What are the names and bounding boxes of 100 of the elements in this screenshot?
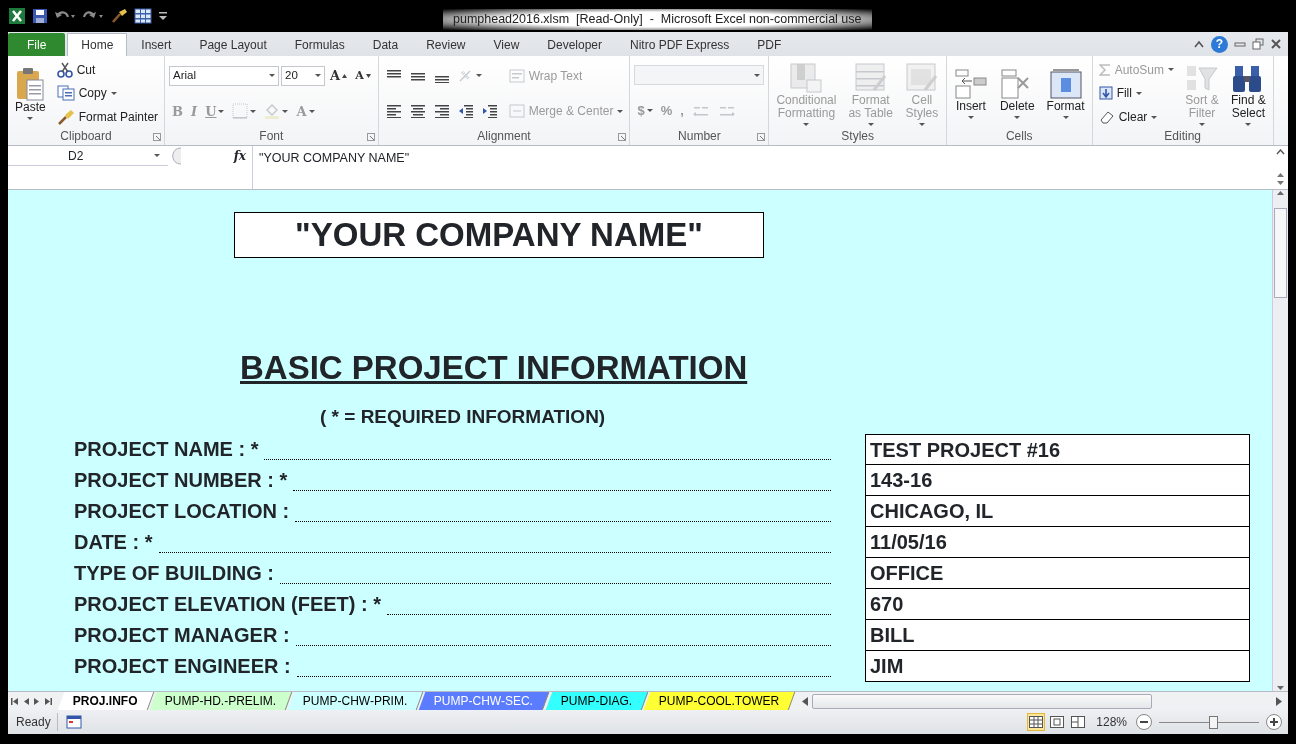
previous-sheet-icon[interactable] bbox=[22, 696, 30, 706]
group-label: Clipboard bbox=[59, 129, 113, 145]
formula-field[interactable]: "YOUR COMPANY NAME" bbox=[253, 146, 1272, 189]
field-label: PROJECT LOCATION : bbox=[73, 498, 290, 524]
scroll-left-icon[interactable] bbox=[802, 696, 809, 706]
zoom-level: 128% bbox=[1095, 714, 1128, 731]
field-label: PROJECT ELEVATION (FEET) : * bbox=[73, 591, 382, 617]
ribbon-button[interactable]: Insert bbox=[950, 66, 991, 121]
normal-view-icon bbox=[1029, 716, 1044, 728]
field-label: PROJECT MANAGER : bbox=[73, 622, 290, 648]
sheet-tab[interactable]: PUMP-COOL.TOWER bbox=[643, 692, 796, 710]
collapse-ribbon-icon[interactable] bbox=[1193, 39, 1205, 49]
ribbon-button[interactable]: Format bbox=[1043, 66, 1088, 121]
page-break-view-icon bbox=[1071, 716, 1086, 728]
field-label: TYPE OF BUILDING : bbox=[73, 560, 274, 586]
conditional-formatting-icon bbox=[789, 61, 824, 94]
ribbon-button[interactable]: A bbox=[352, 66, 374, 85]
plus-icon bbox=[1270, 718, 1278, 726]
dropdown-field[interactable]: 20 bbox=[281, 65, 326, 86]
ribbon-tab[interactable]: Developer bbox=[533, 33, 616, 56]
ribbon-tab[interactable]: Formulas bbox=[280, 33, 359, 56]
company-name-cell: "YOUR COMPANY NAME" bbox=[234, 212, 764, 258]
restore-icon[interactable] bbox=[1252, 38, 1264, 50]
last-sheet-icon[interactable] bbox=[44, 696, 52, 706]
insert-function-button[interactable]: fx bbox=[233, 147, 246, 165]
group-label: Editing bbox=[1163, 129, 1202, 145]
field-value: JIM bbox=[865, 650, 1250, 682]
table-style-icon bbox=[853, 61, 888, 94]
ribbon-button[interactable]: Copy bbox=[54, 83, 119, 104]
scroll-right-icon[interactable] bbox=[1276, 696, 1282, 706]
field-value: OFFICE bbox=[865, 557, 1250, 589]
required-note: ( * = REQUIRED INFORMATION) bbox=[320, 405, 606, 429]
status-text: Ready bbox=[16, 714, 52, 731]
sigma-icon bbox=[1098, 63, 1111, 76]
sheet-tab[interactable]: PUMP-HD.-PRELIM. bbox=[149, 692, 293, 710]
group-label: Cells bbox=[1004, 129, 1034, 145]
group-label: Number bbox=[677, 129, 722, 145]
ribbon-button[interactable]: Format Painter bbox=[54, 107, 161, 128]
customize-caret-icon[interactable] bbox=[158, 11, 168, 21]
ribbon-button[interactable]: Paste bbox=[12, 65, 49, 122]
file-tab[interactable]: File bbox=[8, 33, 66, 56]
ribbon-tab[interactable]: PDF bbox=[743, 33, 796, 56]
sheet-heading: BASIC PROJECT INFORMATION bbox=[240, 348, 748, 388]
ribbon-button[interactable]: Delete bbox=[996, 66, 1038, 121]
field-value: 11/05/16 bbox=[865, 526, 1250, 558]
fill-down-icon bbox=[1098, 86, 1113, 101]
close-icon[interactable] bbox=[1270, 38, 1282, 50]
ribbon-tab[interactable]: Review bbox=[412, 33, 480, 56]
help-button[interactable]: ? bbox=[1211, 35, 1228, 53]
view-button[interactable] bbox=[1027, 713, 1046, 731]
page-layout-view-icon bbox=[1050, 716, 1065, 728]
ribbon-tab[interactable]: View bbox=[479, 33, 534, 56]
field-label: DATE : * bbox=[73, 529, 153, 555]
ribbon-tab[interactable]: Page Layout bbox=[185, 33, 281, 56]
brush-icon[interactable] bbox=[110, 8, 128, 24]
ribbon-tab[interactable]: Home bbox=[67, 33, 128, 56]
view-button[interactable] bbox=[1048, 713, 1067, 731]
field-value: BILL bbox=[865, 619, 1250, 651]
sheet-tab[interactable]: PUMP-DIAG. bbox=[545, 692, 649, 710]
field-label: PROJECT NAME : * bbox=[73, 436, 259, 462]
scroll-thumb[interactable] bbox=[812, 693, 1153, 709]
merge-cells-icon bbox=[508, 104, 525, 119]
group-label: Alignment bbox=[476, 129, 532, 145]
ribbon-tab[interactable]: Data bbox=[358, 33, 413, 56]
save-icon[interactable] bbox=[32, 8, 48, 24]
record-macro-icon[interactable] bbox=[65, 715, 82, 729]
field-value: 670 bbox=[865, 588, 1250, 620]
ribbon-button[interactable]: A bbox=[327, 65, 351, 87]
sheet-tab[interactable]: PUMP-CHW-SEC. bbox=[419, 692, 550, 710]
zoom-out-button[interactable] bbox=[1136, 714, 1152, 730]
slider-thumb[interactable] bbox=[1209, 715, 1218, 729]
dialog-launcher-icon[interactable] bbox=[153, 133, 162, 141]
view-button[interactable] bbox=[1069, 713, 1088, 731]
ribbon-tab[interactable]: Nitro PDF Express bbox=[616, 33, 744, 56]
first-sheet-icon[interactable] bbox=[11, 696, 19, 706]
ribbon-button[interactable]: Cut bbox=[54, 59, 98, 80]
dropdown-field[interactable]: Arial bbox=[169, 65, 280, 86]
scroll-thumb[interactable] bbox=[1274, 208, 1287, 298]
zoom-in-button[interactable] bbox=[1266, 714, 1282, 730]
expand-formula-icon[interactable] bbox=[1275, 172, 1285, 186]
name-box[interactable]: D2 bbox=[8, 146, 168, 166]
group-label: Font bbox=[258, 129, 285, 145]
ribbon-button[interactable]: Fill bbox=[1096, 83, 1144, 104]
ribbon-tab[interactable]: Insert bbox=[127, 33, 186, 56]
dialog-launcher-icon[interactable] bbox=[757, 133, 766, 141]
minimize-icon[interactable] bbox=[1234, 39, 1246, 49]
ribbon-button[interactable]: Find & Select bbox=[1228, 59, 1269, 128]
dialog-launcher-icon[interactable] bbox=[366, 133, 375, 141]
window-title: pumphead2016.xlsm [Read-Only] - Microsoft Excel non-commercial use bbox=[453, 12, 862, 26]
sheet-tab[interactable]: PROJ.INFO bbox=[57, 692, 154, 710]
ribbon-button[interactable]: Clear bbox=[1096, 107, 1160, 128]
table-icon[interactable] bbox=[134, 8, 152, 24]
eraser-icon bbox=[1098, 110, 1115, 125]
next-sheet-icon[interactable] bbox=[33, 696, 41, 706]
sheet-tab[interactable]: PUMP-CHW-PRIM. bbox=[287, 692, 424, 710]
scroll-up-icon[interactable] bbox=[1275, 149, 1285, 155]
field-label: PROJECT ENGINEER : bbox=[73, 653, 291, 679]
dialog-launcher-icon[interactable] bbox=[618, 133, 627, 141]
field-value: CHICAGO, IL bbox=[865, 495, 1250, 527]
group-label: Styles bbox=[840, 129, 875, 145]
